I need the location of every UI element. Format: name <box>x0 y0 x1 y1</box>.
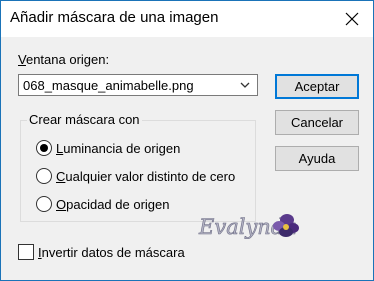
radio-any-nonzero[interactable] <box>36 168 52 184</box>
title-bar: Añadir máscara de una imagen <box>1 1 373 37</box>
radio-any-nonzero-label[interactable]: Cualquier valor distinto de cero <box>56 169 235 184</box>
source-window-select[interactable]: 068_masque_animabelle.png <box>18 74 258 96</box>
mask-group-legend: Crear máscara con <box>27 112 142 127</box>
source-window-label: Ventana origen: <box>18 52 109 67</box>
cancel-button[interactable]: Cancelar <box>275 110 359 135</box>
watermark-logo: Evalynda <box>197 206 301 246</box>
close-icon <box>345 12 359 26</box>
source-window-label-accel: V <box>18 52 26 67</box>
radio-luminance-label[interactable]: Luminancia de origen <box>56 141 180 156</box>
help-button[interactable]: Ayuda <box>275 146 359 171</box>
accept-button[interactable]: Aceptar <box>275 74 359 99</box>
radio-luminance[interactable] <box>36 140 52 156</box>
source-window-label-rest: entana origen: <box>25 52 110 67</box>
radio-opacity[interactable] <box>36 196 52 212</box>
invert-mask-label[interactable]: Invertir datos de máscara <box>38 245 185 260</box>
radio-opacity-accel: O <box>56 197 67 212</box>
source-window-value: 068_masque_animabelle.png <box>23 78 194 93</box>
close-button[interactable] <box>337 4 367 34</box>
radio-any-nonzero-accel: C <box>56 169 66 184</box>
invert-mask-text: nvertir datos de máscara <box>41 245 185 260</box>
radio-any-nonzero-text: ualquier valor distinto de cero <box>65 169 236 184</box>
dialog-title: Añadir máscara de una imagen <box>10 9 219 26</box>
radio-opacity-text: pacidad de origen <box>66 197 170 212</box>
radio-luminance-text: uminancia de origen <box>63 141 181 156</box>
invert-mask-checkbox[interactable] <box>18 244 34 260</box>
chevron-down-icon <box>240 82 250 88</box>
dialog-window: Añadir máscara de una imagen Ventana ori… <box>0 0 374 281</box>
radio-opacity-label[interactable]: Opacidad de origen <box>56 197 169 212</box>
